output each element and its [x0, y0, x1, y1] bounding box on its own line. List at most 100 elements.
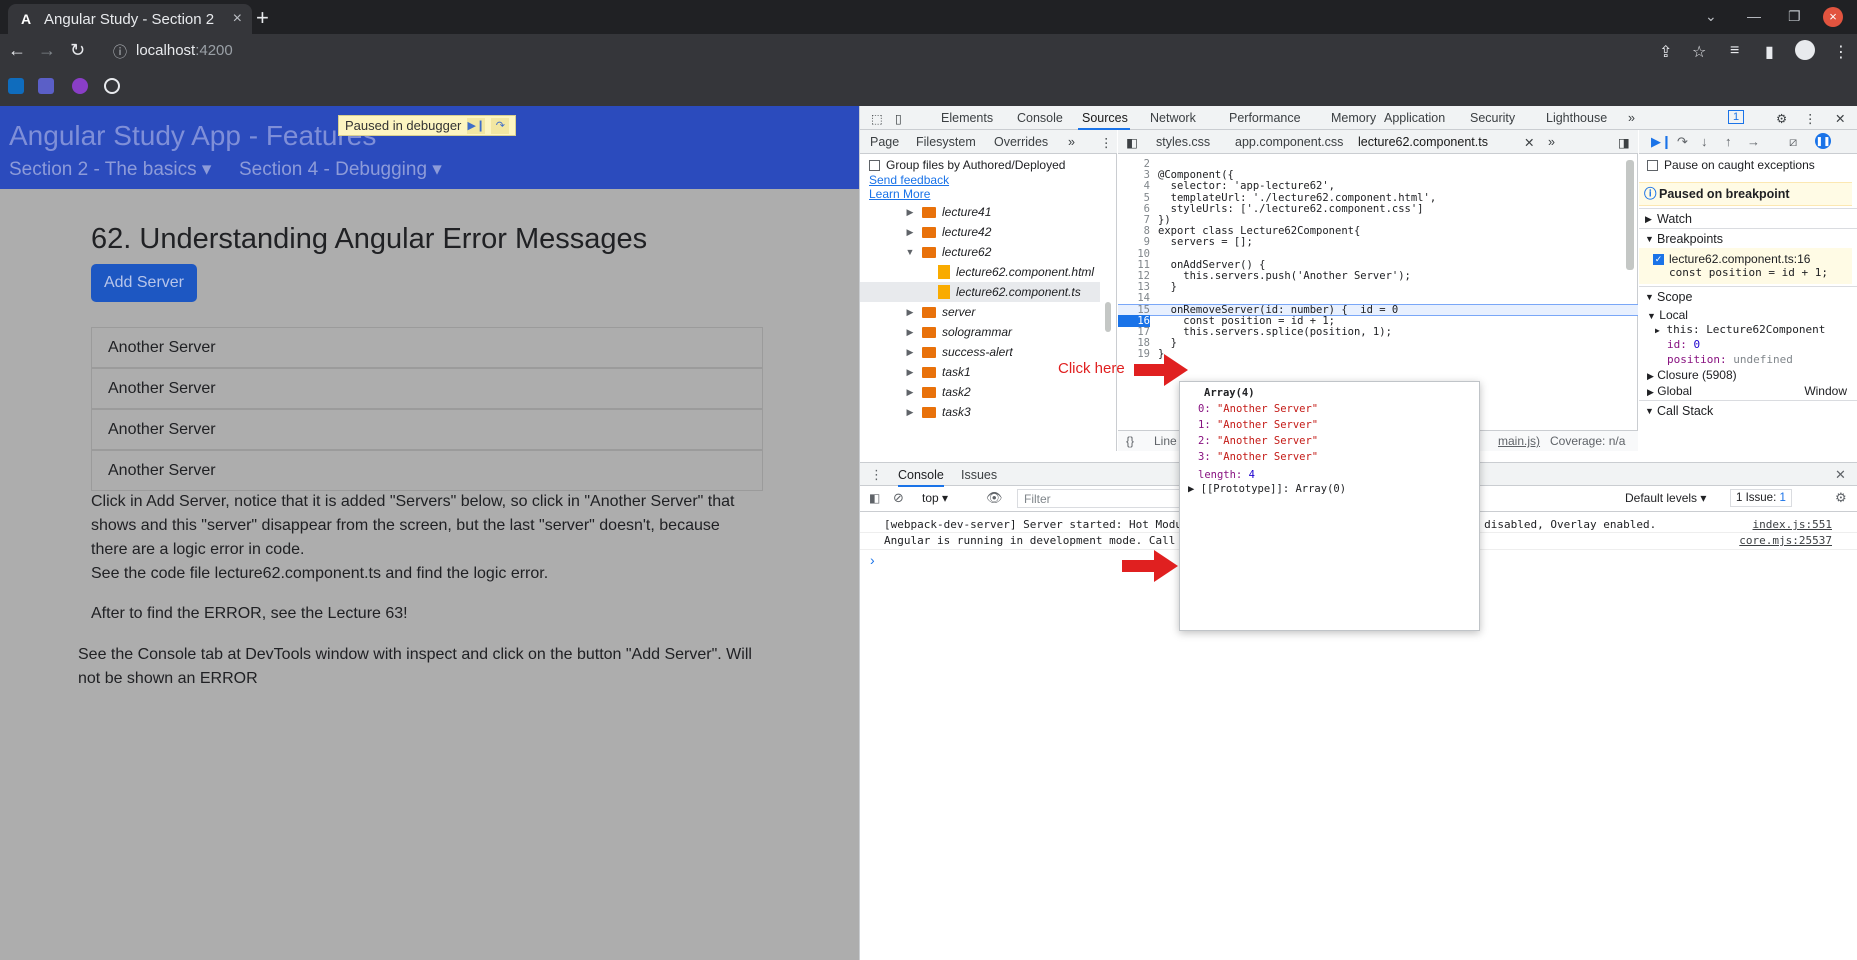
- tree-item[interactable]: ▶ task2: [860, 382, 1100, 402]
- add-server-button[interactable]: Add Server: [91, 264, 197, 302]
- window-close-button[interactable]: ×: [1823, 7, 1843, 27]
- issues-badge[interactable]: 1: [1728, 110, 1745, 124]
- outlook-bookmark-icon[interactable]: [8, 78, 24, 94]
- restore-icon[interactable]: ❐: [1788, 8, 1801, 25]
- line-number[interactable]: 10: [1118, 248, 1150, 260]
- tab-page[interactable]: Page: [870, 135, 899, 149]
- line-number[interactable]: 5: [1118, 192, 1150, 204]
- line-number[interactable]: 11: [1118, 259, 1150, 271]
- back-icon[interactable]: ←: [8, 40, 26, 61]
- navbar-brand[interactable]: Angular Study App - Features: [9, 120, 376, 152]
- devtools-close-icon[interactable]: ✕: [1835, 111, 1845, 126]
- toggle-debugger-icon[interactable]: ◨: [1618, 135, 1630, 150]
- tab-close-icon[interactable]: ✕: [1524, 135, 1534, 150]
- drawer-tab-issues[interactable]: Issues: [961, 468, 997, 482]
- site-info-icon[interactable]: ⓘ: [113, 42, 127, 62]
- forward-icon[interactable]: →: [38, 40, 56, 61]
- toggle-navigator-icon[interactable]: ◧: [1126, 135, 1138, 150]
- line-number[interactable]: 9: [1118, 236, 1150, 248]
- editor-tab-lecture62-ts[interactable]: lecture62.component.ts: [1358, 135, 1488, 149]
- tree-item[interactable]: ▶ lecture42: [860, 222, 1100, 242]
- tree-item[interactable]: lecture62.component.html: [860, 262, 1100, 282]
- group-files-option[interactable]: Group files by Authored/Deployed: [869, 158, 1065, 172]
- device-toolbar-icon[interactable]: ▯: [895, 111, 902, 126]
- message-source-link[interactable]: core.mjs:25537: [1739, 534, 1832, 547]
- line-number[interactable]: 18: [1118, 337, 1150, 349]
- breakpoint-line-number[interactable]: 16: [1118, 314, 1150, 327]
- step-over-icon[interactable]: ↷: [491, 117, 510, 134]
- checkbox[interactable]: [869, 159, 880, 171]
- tab-network[interactable]: Network: [1150, 111, 1196, 125]
- watch-section[interactable]: ▶ Watch: [1639, 208, 1857, 228]
- side-panel-icon[interactable]: ▮: [1765, 42, 1774, 62]
- tab-console[interactable]: Console: [1017, 111, 1063, 125]
- server-item[interactable]: Another Server: [91, 327, 763, 368]
- tab-performance[interactable]: Performance: [1229, 111, 1301, 125]
- drawer-close-icon[interactable]: ✕: [1835, 467, 1846, 483]
- media-icon[interactable]: ≡: [1730, 42, 1739, 60]
- editor-tab-styles[interactable]: styles.css: [1156, 135, 1210, 149]
- pause-caught-option[interactable]: Pause on caught exceptions: [1647, 158, 1815, 172]
- tab-application[interactable]: Application: [1384, 111, 1445, 125]
- more-tabs-icon[interactable]: »: [1628, 111, 1635, 125]
- github-bookmark-icon[interactable]: [104, 78, 120, 94]
- line-number[interactable]: 3: [1118, 169, 1150, 181]
- bookmark-star-icon[interactable]: ☆: [1692, 42, 1706, 62]
- live-expression-eye-icon[interactable]: 👁: [986, 490, 1003, 506]
- tree-item[interactable]: ▶ lecture41: [860, 202, 1100, 222]
- step-over-icon[interactable]: ↷: [1677, 134, 1688, 150]
- line-number[interactable]: 14: [1118, 292, 1150, 304]
- minimize-icon[interactable]: —: [1747, 8, 1761, 24]
- settings-gear-icon[interactable]: ⚙: [1776, 111, 1787, 126]
- drawer-menu-icon[interactable]: ⋮: [870, 467, 883, 483]
- step-icon[interactable]: →: [1747, 134, 1760, 149]
- tab-overrides[interactable]: Overrides: [994, 135, 1048, 149]
- line-number[interactable]: 4: [1118, 180, 1150, 192]
- tab-security[interactable]: Security: [1470, 111, 1515, 125]
- context-select[interactable]: top ▾: [922, 491, 948, 505]
- line-number[interactable]: 12: [1118, 270, 1150, 282]
- tab-sources[interactable]: Sources: [1082, 111, 1128, 125]
- step-out-icon[interactable]: ↑: [1725, 134, 1732, 149]
- tree-item[interactable]: ▼ lecture62: [860, 242, 1100, 262]
- deactivate-breakpoints-icon[interactable]: ⧄: [1789, 134, 1797, 150]
- editor-tab-app-css[interactable]: app.component.css: [1235, 135, 1343, 149]
- tab-filesystem[interactable]: Filesystem: [916, 135, 976, 149]
- tree-item[interactable]: ▶ success-alert: [860, 342, 1100, 362]
- tree-item[interactable]: ▶ sologrammar: [860, 322, 1100, 342]
- checkbox-checked-icon[interactable]: ✓: [1653, 254, 1664, 265]
- menu-section-2[interactable]: Section 2 - The basics ▾: [9, 158, 211, 181]
- line-number[interactable]: 2: [1118, 158, 1150, 170]
- breakpoints-section[interactable]: ▼ Breakpoints: [1639, 228, 1857, 248]
- send-feedback-link[interactable]: Send feedback: [869, 173, 949, 187]
- issues-button[interactable]: 1 Issue: 1: [1730, 489, 1792, 507]
- line-number[interactable]: 8: [1118, 225, 1150, 237]
- navigator-scrollbar[interactable]: [1105, 302, 1111, 332]
- profile-avatar[interactable]: [1795, 40, 1815, 60]
- log-levels-select[interactable]: Default levels ▾: [1625, 491, 1706, 505]
- tab-close-icon[interactable]: ×: [233, 10, 242, 28]
- line-number[interactable]: 6: [1118, 203, 1150, 215]
- pretty-print-icon[interactable]: {}: [1126, 434, 1134, 448]
- share-icon[interactable]: ⇪: [1659, 42, 1672, 62]
- line-number[interactable]: 17: [1118, 326, 1150, 338]
- popover-prototype[interactable]: ▶ [[Prototype]]: Array(0): [1188, 483, 1346, 495]
- browser-tab[interactable]: A Angular Study - Section 2 ×: [8, 4, 252, 34]
- line-number[interactable]: 15: [1118, 304, 1150, 316]
- resume-icon[interactable]: ▶❙: [1651, 134, 1672, 150]
- server-item[interactable]: Another Server: [91, 450, 763, 491]
- checkbox[interactable]: [1647, 159, 1658, 171]
- extension-bookmark-icon[interactable]: [72, 78, 88, 94]
- console-settings-icon[interactable]: ⚙: [1835, 490, 1847, 506]
- scope-local[interactable]: ▼ Local: [1647, 308, 1688, 322]
- devtools-menu-icon[interactable]: ⋮: [1804, 111, 1817, 126]
- tab-lighthouse[interactable]: Lighthouse: [1546, 111, 1607, 125]
- clear-console-icon[interactable]: ⊘: [893, 490, 904, 506]
- source-map-link[interactable]: main.js): [1498, 434, 1540, 448]
- tab-elements[interactable]: Elements: [941, 111, 993, 125]
- teams-bookmark-icon[interactable]: [38, 78, 54, 94]
- scope-global[interactable]: ▶ Global Window: [1647, 384, 1847, 398]
- inspect-element-icon[interactable]: ⬚: [871, 111, 883, 126]
- address-bar[interactable]: localhost:4200: [136, 42, 233, 59]
- tab-search-icon[interactable]: ⌄: [1705, 8, 1717, 25]
